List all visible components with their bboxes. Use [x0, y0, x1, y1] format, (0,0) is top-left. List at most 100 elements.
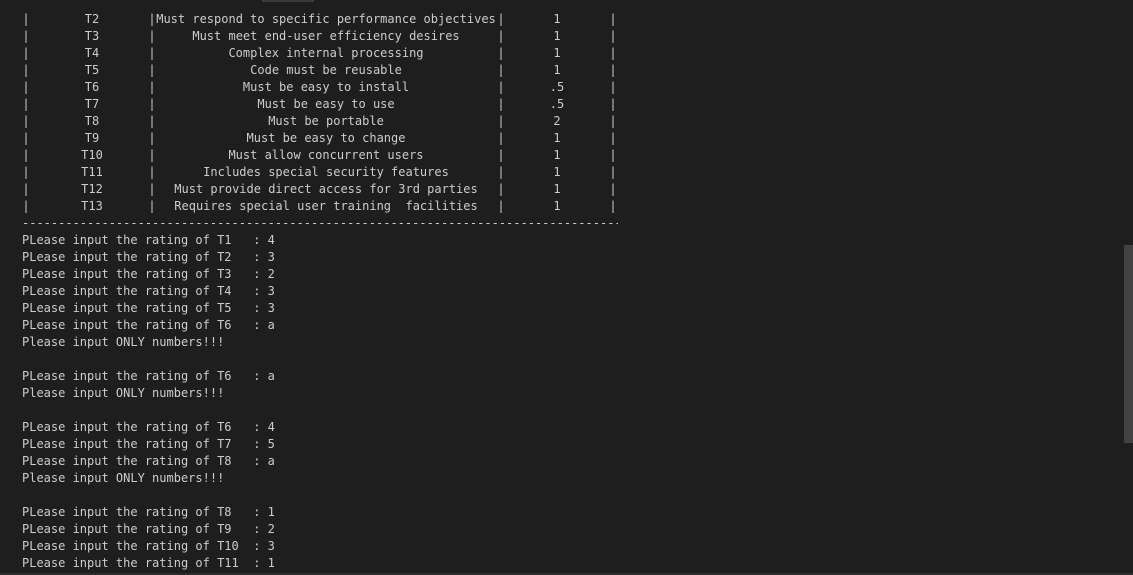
- table-border: |: [22, 46, 30, 60]
- output-line: PLease input the rating of T5 : 3: [22, 301, 275, 315]
- table-border: |: [148, 114, 156, 128]
- table-border: |: [148, 63, 156, 77]
- factor-description: Must be easy to install: [242, 80, 410, 94]
- table-border: |: [609, 29, 617, 43]
- table-border: |: [148, 165, 156, 179]
- table-separator: ----------------------------------------…: [22, 216, 618, 230]
- factor-weight: 1: [553, 12, 561, 26]
- factor-description: Must be easy to use: [257, 97, 395, 111]
- table-border: |: [609, 131, 617, 145]
- table-border: |: [148, 46, 156, 60]
- table-border: |: [22, 80, 30, 94]
- table-border: |: [609, 165, 617, 179]
- factor-weight: 1: [553, 46, 561, 60]
- table-border: |: [22, 114, 30, 128]
- table-border: |: [148, 80, 156, 94]
- table-border: |: [148, 182, 156, 196]
- factor-id: T5: [84, 63, 100, 77]
- table-border: |: [497, 29, 505, 43]
- factor-description: Must be portable: [268, 114, 384, 128]
- table-border: |: [497, 114, 505, 128]
- factor-id: T12: [81, 182, 103, 196]
- table-border: |: [497, 165, 505, 179]
- table-border: |: [22, 199, 30, 213]
- factor-description: Must allow concurrent users: [228, 148, 424, 162]
- factor-id: T2: [84, 12, 100, 26]
- table-border: |: [609, 97, 617, 111]
- output-line: PLease input the rating of T3 : 2: [22, 267, 275, 281]
- output-line: Please input ONLY numbers!!!: [22, 471, 225, 485]
- output-line: PLease input the rating of T9 : 2: [22, 522, 275, 536]
- output-line: PLease input the rating of T6 : a: [22, 318, 275, 332]
- factor-description: Includes special security features: [203, 165, 449, 179]
- table-border: |: [609, 46, 617, 60]
- output-line: PLease input the rating of T6 : 4: [22, 420, 275, 434]
- output-line: Please input ONLY numbers!!!: [22, 386, 225, 400]
- output-line: PLease input the rating of T10 : 3: [22, 539, 275, 553]
- factor-description: Complex internal processing: [228, 46, 424, 60]
- table-border: |: [148, 131, 156, 145]
- table-border: |: [609, 12, 617, 26]
- table-border: |: [22, 29, 30, 43]
- table-border: |: [609, 114, 617, 128]
- output-line: PLease input the rating of T6 : a: [22, 369, 275, 383]
- table-border: |: [22, 131, 30, 145]
- table-border: |: [609, 182, 617, 196]
- table-border: |: [148, 12, 156, 26]
- factor-weight: .5: [549, 97, 565, 111]
- factor-weight: 2: [553, 114, 561, 128]
- output-line: PLease input the rating of T2 : 3: [22, 250, 275, 264]
- table-border: |: [609, 148, 617, 162]
- factor-description: Must respond to specific performance obj…: [156, 12, 496, 26]
- table-border: |: [497, 148, 505, 162]
- factor-weight: 1: [553, 148, 561, 162]
- factor-weight: 1: [553, 165, 561, 179]
- factor-weight: .5: [549, 80, 565, 94]
- table-border: |: [22, 182, 30, 196]
- scrollbar-track[interactable]: [1124, 0, 1133, 575]
- table-border: |: [22, 63, 30, 77]
- factor-id: T11: [81, 165, 103, 179]
- table-border: |: [609, 80, 617, 94]
- table-border: |: [497, 12, 505, 26]
- factor-description: Must be easy to change: [246, 131, 406, 145]
- output-line: PLease input the rating of T11 : 1: [22, 556, 275, 570]
- table-border: |: [609, 63, 617, 77]
- factor-weight: 1: [553, 199, 561, 213]
- table-border: |: [22, 97, 30, 111]
- table-border: |: [497, 97, 505, 111]
- table-border: |: [497, 131, 505, 145]
- output-line: PLease input the rating of T4 : 3: [22, 284, 275, 298]
- factor-id: T3: [84, 29, 100, 43]
- factor-id: T13: [81, 199, 103, 213]
- output-line: PLease input the rating of T8 : a: [22, 454, 275, 468]
- table-border: |: [22, 12, 30, 26]
- factor-description: Must meet end-user efficiency desires: [192, 29, 460, 43]
- output-line: Please input ONLY numbers!!!: [22, 335, 225, 349]
- terminal-panel[interactable]: | T2 | Must respond to specific performance…: [0, 0, 1133, 575]
- factor-weight: 1: [553, 29, 561, 43]
- factor-description: Requires special user training facilitie…: [174, 199, 478, 213]
- output-line: PLease input the rating of T7 : 5: [22, 437, 275, 451]
- table-border: |: [22, 165, 30, 179]
- factor-description: Code must be reusable: [250, 63, 402, 77]
- factor-description: Must provide direct access for 3rd parti…: [174, 182, 478, 196]
- panel-tab-indicator: [262, 0, 314, 2]
- table-border: |: [22, 148, 30, 162]
- table-border: |: [497, 182, 505, 196]
- table-border: |: [148, 199, 156, 213]
- factor-id: T4: [84, 46, 100, 60]
- factor-weight: 1: [553, 131, 561, 145]
- factor-id: T10: [81, 148, 103, 162]
- factor-id: T8: [84, 114, 100, 128]
- table-border: |: [497, 46, 505, 60]
- factor-id: T9: [84, 131, 100, 145]
- output-line: PLease input the rating of T1 : 4: [22, 233, 275, 247]
- table-border: |: [497, 63, 505, 77]
- table-border: |: [609, 199, 617, 213]
- scrollbar-thumb[interactable]: [1124, 245, 1133, 443]
- table-border: |: [497, 80, 505, 94]
- table-border: |: [148, 29, 156, 43]
- output-line: PLease input the rating of T8 : 1: [22, 505, 275, 519]
- factor-weight: 1: [553, 63, 561, 77]
